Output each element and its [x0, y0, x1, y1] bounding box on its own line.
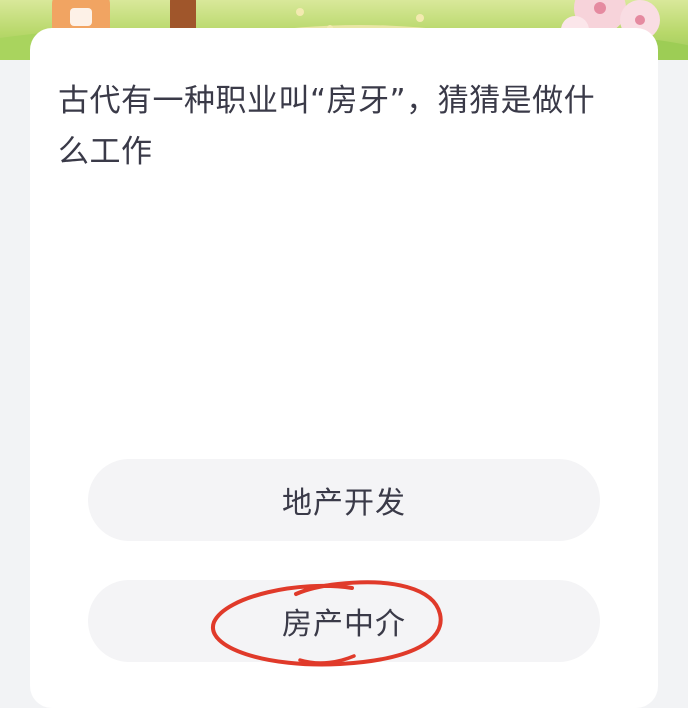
question-text: 古代有一种职业叫“房牙”，猜猜是做什么工作 [58, 83, 596, 170]
answer-option-2-label: 房产中介 [282, 607, 406, 642]
answer-option-2[interactable]: 房产中介 [88, 580, 600, 662]
answer-option-1-label: 地产开发 [282, 486, 406, 521]
answer-option-1[interactable]: 地产开发 [88, 459, 600, 541]
